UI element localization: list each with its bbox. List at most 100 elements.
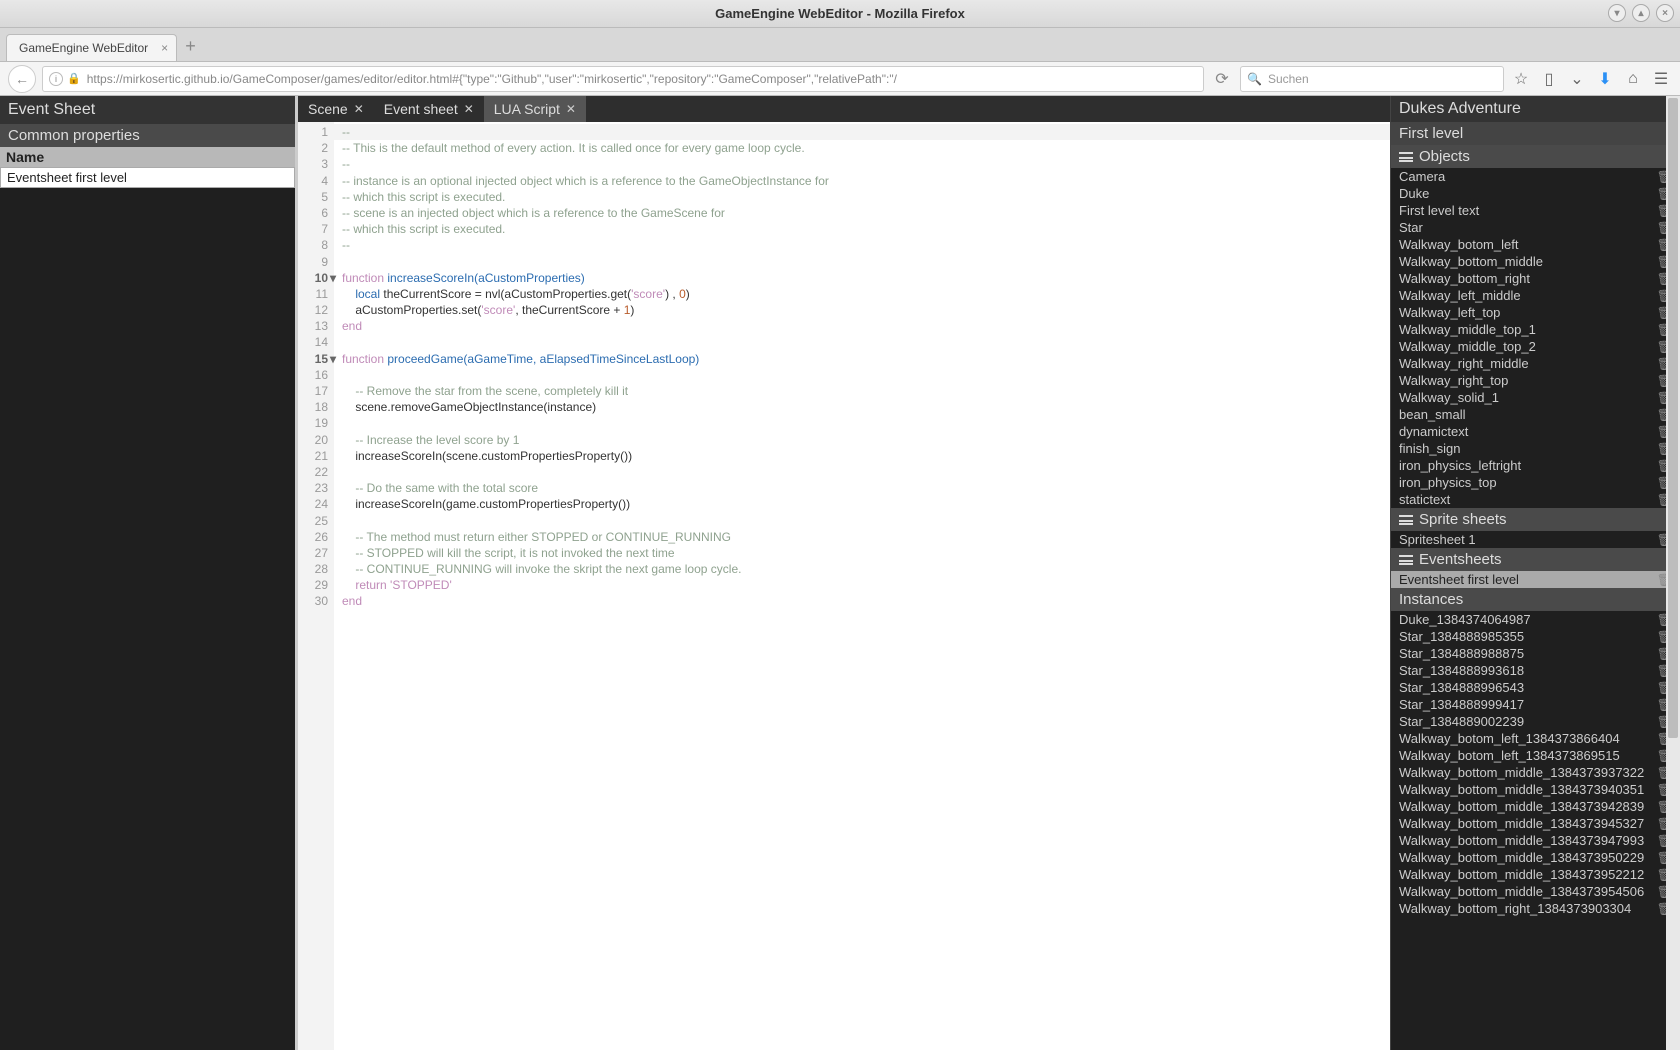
list-item[interactable]: Walkway_right_middle🗑 xyxy=(1391,355,1680,372)
list-item[interactable]: Walkway_bottom_middle_1384373954506🗑 xyxy=(1391,883,1680,900)
list-item-label: Walkway_bottom_right_1384373903304 xyxy=(1399,901,1631,916)
pocket-icon[interactable]: ⌄ xyxy=(1566,68,1588,90)
browser-tab-strip: GameEngine WebEditor × + xyxy=(0,28,1680,62)
level-name[interactable]: First level xyxy=(1391,122,1680,145)
left-panel-section: Common properties xyxy=(0,124,295,147)
bookmark-star-icon[interactable]: ☆ xyxy=(1510,68,1532,90)
list-item[interactable]: iron_physics_top🗑 xyxy=(1391,474,1680,491)
list-item[interactable]: Walkway_bottom_middle_1384373945327🗑 xyxy=(1391,815,1680,832)
list-item[interactable]: Walkway_botom_left🗑 xyxy=(1391,236,1680,253)
list-item[interactable]: bean_small🗑 xyxy=(1391,406,1680,423)
editor-tab-label: Event sheet xyxy=(384,101,458,117)
scrollbar-thumb[interactable] xyxy=(1668,98,1678,738)
list-item[interactable]: Star_1384888988875🗑 xyxy=(1391,645,1680,662)
page-info-icon[interactable]: i xyxy=(49,72,63,86)
menu-icon[interactable]: ☰ xyxy=(1650,68,1672,90)
list-item-label: Walkway_bottom_right xyxy=(1399,271,1530,286)
property-name-value[interactable]: Eventsheet first level xyxy=(0,167,295,188)
list-item[interactable]: Walkway_bottom_middle🗑 xyxy=(1391,253,1680,270)
objects-list: Camera🗑Duke🗑First level text🗑Star🗑Walkwa… xyxy=(1391,168,1680,508)
search-input[interactable]: 🔍 Suchen xyxy=(1240,66,1504,92)
list-item[interactable]: Eventsheet first level🗑 xyxy=(1391,571,1680,588)
list-item[interactable]: Walkway_bottom_middle_1384373940351🗑 xyxy=(1391,781,1680,798)
list-item[interactable]: Walkway_bottom_middle_1384373947993🗑 xyxy=(1391,832,1680,849)
list-item[interactable]: finish_sign🗑 xyxy=(1391,440,1680,457)
list-item-label: Walkway_right_top xyxy=(1399,373,1508,388)
list-item[interactable]: Star🗑 xyxy=(1391,219,1680,236)
list-item[interactable]: Star_1384888985355🗑 xyxy=(1391,628,1680,645)
list-item-label: Walkway_bottom_middle_1384373947993 xyxy=(1399,833,1644,848)
browser-tab[interactable]: GameEngine WebEditor × xyxy=(6,34,177,61)
search-placeholder: Suchen xyxy=(1268,72,1309,86)
code-editor[interactable]: 12345678910▾1112131415▾16171819202122232… xyxy=(298,122,1390,1050)
window-close-icon[interactable]: × xyxy=(1656,4,1674,22)
vertical-scrollbar[interactable] xyxy=(1666,96,1680,1050)
list-item[interactable]: Duke🗑 xyxy=(1391,185,1680,202)
list-item[interactable]: Walkway_right_top🗑 xyxy=(1391,372,1680,389)
list-item[interactable]: Walkway_bottom_middle_1384373937322🗑 xyxy=(1391,764,1680,781)
editor-area: Scene✕Event sheet✕LUA Script✕ 1234567891… xyxy=(298,96,1390,1050)
nav-back-button[interactable]: ← xyxy=(8,65,36,93)
tab-close-icon[interactable]: ✕ xyxy=(464,102,474,116)
hamburger-icon xyxy=(1399,555,1413,565)
library-icon[interactable]: ▯ xyxy=(1538,68,1560,90)
hamburger-icon xyxy=(1399,152,1413,162)
window-minimize-icon[interactable]: ▾ xyxy=(1608,4,1626,22)
list-item-label: Walkway_left_top xyxy=(1399,305,1500,320)
code-content[interactable]: ---- This is the default method of every… xyxy=(334,122,1390,1050)
tab-close-icon[interactable]: ✕ xyxy=(566,102,576,116)
editor-tab[interactable]: LUA Script✕ xyxy=(484,96,586,122)
tab-close-icon[interactable]: ✕ xyxy=(354,102,364,116)
instances-section-header[interactable]: Instances xyxy=(1391,588,1680,611)
list-item-label: iron_physics_top xyxy=(1399,475,1497,490)
objects-section-header[interactable]: Objects xyxy=(1391,145,1680,168)
tab-close-icon[interactable]: × xyxy=(161,41,168,55)
list-item[interactable]: Walkway_bottom_right🗑 xyxy=(1391,270,1680,287)
list-item-label: Walkway_left_middle xyxy=(1399,288,1521,303)
list-item[interactable]: Duke_1384374064987🗑 xyxy=(1391,611,1680,628)
list-item[interactable]: Walkway_left_top🗑 xyxy=(1391,304,1680,321)
list-item-label: Star_1384889002239 xyxy=(1399,714,1524,729)
list-item[interactable]: Star_1384889002239🗑 xyxy=(1391,713,1680,730)
instances-list: Duke_1384374064987🗑Star_1384888985355🗑St… xyxy=(1391,611,1680,917)
list-item[interactable]: Walkway_bottom_middle_1384373950229🗑 xyxy=(1391,849,1680,866)
list-item-label: Walkway_right_middle xyxy=(1399,356,1529,371)
list-item[interactable]: Walkway_botom_left_1384373866404🗑 xyxy=(1391,730,1680,747)
reload-button[interactable]: ⟳ xyxy=(1210,69,1234,89)
home-icon[interactable]: ⌂ xyxy=(1622,68,1644,90)
list-item[interactable]: Star_1384888999417🗑 xyxy=(1391,696,1680,713)
list-item[interactable]: Spritesheet 1🗑 xyxy=(1391,531,1680,548)
list-item[interactable]: Walkway_left_middle🗑 xyxy=(1391,287,1680,304)
list-item[interactable]: statictext🗑 xyxy=(1391,491,1680,508)
list-item[interactable]: Walkway_bottom_middle_1384373942839🗑 xyxy=(1391,798,1680,815)
right-panel: Dukes Adventure First level Objects Came… xyxy=(1390,96,1680,1050)
editor-tab[interactable]: Scene ✕ xyxy=(298,96,374,122)
list-item[interactable]: Star_1384888996543🗑 xyxy=(1391,679,1680,696)
new-tab-button[interactable]: + xyxy=(185,36,196,61)
editor-tab[interactable]: Event sheet ✕ xyxy=(374,96,484,122)
window-titlebar: GameEngine WebEditor - Mozilla Firefox ▾… xyxy=(0,0,1680,28)
list-item[interactable]: iron_physics_leftright🗑 xyxy=(1391,457,1680,474)
list-item-label: Walkway_middle_top_2 xyxy=(1399,339,1536,354)
list-item[interactable]: Walkway_botom_left_1384373869515🗑 xyxy=(1391,747,1680,764)
list-item[interactable]: Star_1384888993618🗑 xyxy=(1391,662,1680,679)
sprites-section-header[interactable]: Sprite sheets xyxy=(1391,508,1680,531)
list-item[interactable]: Walkway_middle_top_2🗑 xyxy=(1391,338,1680,355)
lock-icon: 🔒 xyxy=(67,72,81,85)
list-item[interactable]: Walkway_solid_1🗑 xyxy=(1391,389,1680,406)
list-item[interactable]: Walkway_bottom_right_1384373903304🗑 xyxy=(1391,900,1680,917)
editor-tab-label: Scene xyxy=(308,101,348,117)
list-item-label: Duke xyxy=(1399,186,1429,201)
list-item[interactable]: First level text🗑 xyxy=(1391,202,1680,219)
window-maximize-icon[interactable]: ▴ xyxy=(1632,4,1650,22)
list-item-label: iron_physics_leftright xyxy=(1399,458,1521,473)
list-item[interactable]: Walkway_bottom_middle_1384373952212🗑 xyxy=(1391,866,1680,883)
list-item[interactable]: Walkway_middle_top_1🗑 xyxy=(1391,321,1680,338)
download-icon[interactable]: ⬇ xyxy=(1594,68,1616,90)
list-item-label: Walkway_bottom_middle_1384373950229 xyxy=(1399,850,1644,865)
list-item[interactable]: Camera🗑 xyxy=(1391,168,1680,185)
url-text: https://mirkosertic.github.io/GameCompos… xyxy=(87,72,897,86)
list-item[interactable]: dynamictext🗑 xyxy=(1391,423,1680,440)
url-bar[interactable]: i 🔒 https://mirkosertic.github.io/GameCo… xyxy=(42,66,1204,92)
eventsheets-section-header[interactable]: Eventsheets xyxy=(1391,548,1680,571)
